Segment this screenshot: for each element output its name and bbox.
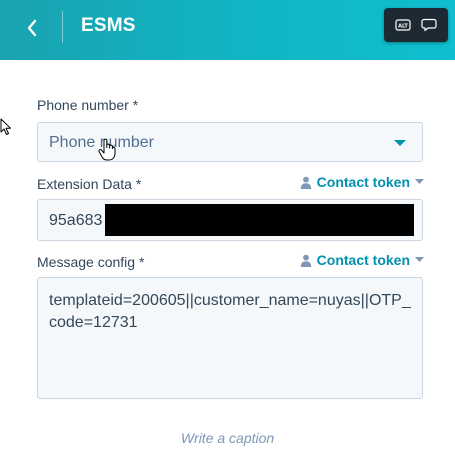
caret-down-icon (394, 140, 406, 146)
caret-down-icon (415, 257, 424, 262)
page-title: ESMS (81, 15, 136, 36)
caption-input[interactable]: Write a caption (0, 430, 455, 446)
caret-down-icon (415, 179, 424, 184)
extension-data-label: Extension Data * (37, 176, 142, 192)
message-config-textarea[interactable]: templateid=200605||customer_name=nuyas||… (37, 277, 423, 399)
extension-data-input[interactable]: 95a683 (37, 199, 423, 241)
phone-number-select[interactable]: Phone number (37, 122, 423, 162)
redaction-block (105, 204, 414, 236)
message-contact-token-link[interactable]: Contact token (300, 252, 424, 268)
hand-pointer-cursor-icon (98, 139, 116, 161)
person-icon (300, 176, 311, 189)
mouse-arrow-cursor-icon (0, 118, 11, 135)
phone-number-label: Phone number * (37, 97, 139, 113)
speech-bubble-icon (421, 18, 437, 32)
alt-text-icon: ALT (395, 19, 411, 31)
extension-contact-token-label: Contact token (316, 174, 410, 190)
extension-contact-token-link[interactable]: Contact token (300, 174, 424, 190)
chevron-left-icon (27, 19, 37, 37)
message-config-label: Message config * (37, 254, 145, 270)
comment-button[interactable] (418, 14, 440, 36)
person-icon (300, 254, 311, 267)
message-config-value: templateid=200605||customer_name=nuyas||… (49, 292, 411, 331)
header-divider (62, 11, 63, 43)
alt-text-icon-label: ALT (398, 23, 408, 29)
back-button[interactable] (14, 12, 50, 44)
alt-text-button[interactable]: ALT (392, 14, 414, 36)
image-toolbar: ALT (384, 8, 448, 42)
message-contact-token-label: Contact token (316, 252, 410, 268)
extension-data-value: 95a683 (49, 212, 103, 229)
header-bar: ESMS ALT (0, 0, 455, 60)
